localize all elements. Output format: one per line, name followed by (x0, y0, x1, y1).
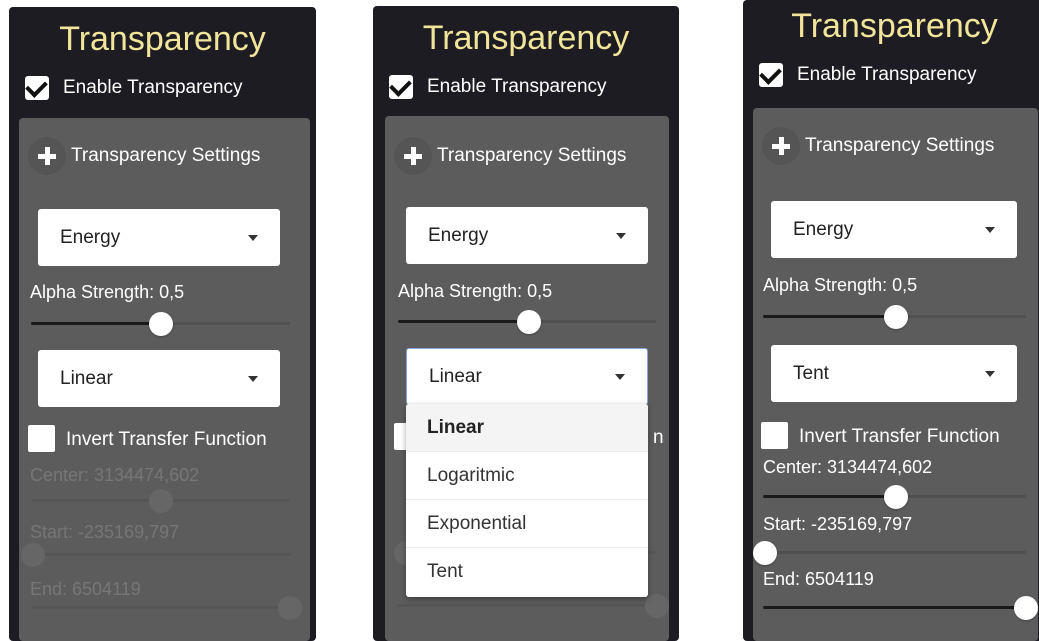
transparency-settings-label: Transparency Settings (437, 145, 627, 166)
alpha-slider-thumb[interactable] (149, 312, 173, 336)
start-label: Start: -235169,797 (763, 514, 913, 534)
enable-transparency-row[interactable]: Enable Transparency (25, 74, 243, 102)
transfer-function-select[interactable]: Linear (406, 348, 648, 405)
alpha-strength-label: Alpha Strength: 0,5 (30, 282, 185, 302)
transfer-function-select[interactable]: Linear (38, 350, 280, 407)
enable-transparency-checkbox[interactable] (25, 76, 49, 100)
end-slider-thumb[interactable] (1014, 596, 1038, 620)
alpha-strength-slider[interactable] (398, 310, 656, 334)
transparency-settings-label: Transparency Settings (805, 135, 995, 156)
alpha-slider-fill (31, 322, 161, 325)
transfer-function-dropdown-menu: Linear Logaritmic Exponential Tent (406, 404, 648, 597)
panel-title: Transparency (59, 20, 266, 58)
alpha-slider-thumb[interactable] (884, 305, 908, 329)
panel-title: Transparency (791, 7, 998, 45)
end-slider (31, 596, 302, 620)
transfer-function-value: Tent (793, 362, 829, 384)
expand-plus-icon[interactable] (395, 138, 431, 174)
chevron-down-icon (248, 375, 258, 382)
mode-select-value: Energy (60, 226, 121, 248)
alpha-strength-slider[interactable] (31, 312, 290, 336)
end-slider-thumb (278, 596, 302, 620)
transparency-settings-header[interactable]: Transparency Settings (29, 138, 260, 174)
enable-transparency-label: Enable Transparency (797, 64, 977, 85)
alpha-strength-slider[interactable] (763, 305, 1026, 329)
start-slider (21, 543, 290, 567)
transparency-settings-card: Transparency Settings Energy Alpha Stren… (19, 118, 310, 641)
center-slider-fill (763, 495, 896, 498)
transparency-settings-header[interactable]: Transparency Settings (763, 128, 994, 164)
end-label: End: 6504119 (763, 569, 874, 589)
transparency-settings-card: Transparency Settings Energy Alpha Stren… (753, 108, 1038, 641)
center-slider[interactable] (763, 485, 1026, 509)
transparency-panel-2: Transparency Enable Transparency Transpa… (373, 6, 679, 641)
invert-transfer-label: Invert Transfer Function (799, 426, 1000, 447)
dropdown-option[interactable]: Linear (406, 404, 648, 452)
expand-plus-icon[interactable] (763, 128, 799, 164)
mode-select[interactable]: Energy (406, 207, 648, 264)
mode-select-value: Energy (793, 218, 854, 240)
transfer-function-value: Linear (60, 367, 113, 389)
start-slider[interactable] (753, 541, 1026, 565)
transfer-function-select[interactable]: Tent (771, 345, 1017, 402)
invert-transfer-checkbox[interactable] (28, 425, 55, 452)
chevron-down-icon (616, 232, 626, 239)
mode-select[interactable]: Energy (38, 209, 280, 266)
center-label: Center: 3134474,602 (763, 457, 933, 477)
chevron-down-icon (985, 370, 995, 377)
invert-transfer-label-partial: n (653, 427, 664, 448)
enable-transparency-checkbox[interactable] (759, 63, 783, 87)
transfer-function-value: Linear (429, 365, 482, 387)
start-slider-thumb (21, 543, 45, 567)
mode-select-value: Energy (428, 224, 489, 246)
chevron-down-icon (615, 373, 625, 380)
center-slider (31, 489, 290, 513)
dropdown-option[interactable]: Tent (406, 548, 648, 596)
transparency-settings-header[interactable]: Transparency Settings (395, 138, 626, 174)
end-slider-fill (763, 606, 1026, 609)
enable-transparency-label: Enable Transparency (63, 77, 243, 98)
enable-transparency-row[interactable]: Enable Transparency (389, 73, 607, 101)
dropdown-option[interactable]: Logaritmic (406, 452, 648, 500)
enable-transparency-row[interactable]: Enable Transparency (759, 61, 977, 89)
end-slider-thumb (645, 594, 669, 618)
transparency-settings-label: Transparency Settings (71, 145, 261, 166)
transparency-settings-card: Transparency Settings Energy Alpha Stren… (385, 116, 669, 641)
chevron-down-icon (985, 226, 995, 233)
start-slider-thumb[interactable] (753, 541, 777, 565)
chevron-down-icon (248, 234, 258, 241)
mode-select[interactable]: Energy (771, 201, 1017, 258)
expand-plus-icon[interactable] (29, 138, 65, 174)
panel-title: Transparency (422, 19, 630, 57)
enable-transparency-checkbox[interactable] (389, 75, 413, 99)
end-label: End: 6504119 (30, 579, 141, 599)
end-slider (398, 594, 669, 618)
invert-transfer-checkbox[interactable] (761, 422, 788, 449)
alpha-strength-label: Alpha Strength: 0,5 (763, 275, 918, 295)
alpha-slider-fill (398, 320, 529, 323)
center-slider-thumb (149, 489, 173, 513)
dropdown-option[interactable]: Exponential (406, 500, 648, 548)
alpha-strength-label: Alpha Strength: 0,5 (398, 281, 553, 301)
end-slider[interactable] (763, 596, 1038, 620)
transparency-panel-1: Transparency Enable Transparency Transpa… (9, 7, 316, 641)
center-slider-thumb[interactable] (884, 485, 908, 509)
alpha-slider-fill (763, 315, 896, 318)
enable-transparency-label: Enable Transparency (427, 76, 607, 97)
transparency-panel-3: Transparency Enable Transparency Transpa… (743, 0, 1039, 641)
center-label: Center: 3134474,602 (30, 465, 200, 485)
invert-transfer-label: Invert Transfer Function (66, 429, 267, 450)
alpha-slider-thumb[interactable] (517, 310, 541, 334)
start-label: Start: -235169,797 (30, 522, 180, 542)
